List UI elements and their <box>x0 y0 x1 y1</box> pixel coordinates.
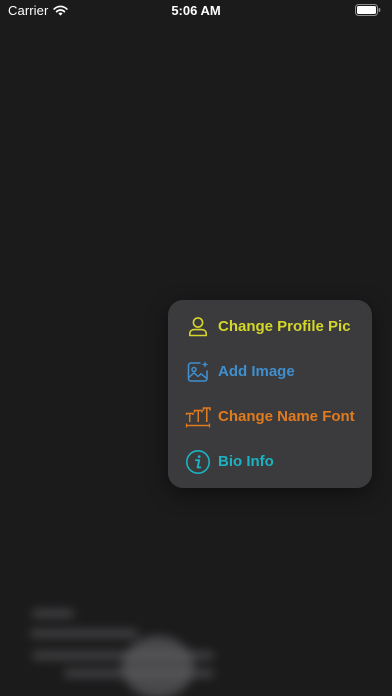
text-font-icon <box>185 404 211 430</box>
menu-item-add-image[interactable]: Add Image <box>168 349 372 394</box>
photo-sparkle-icon <box>185 359 211 385</box>
blurred-background-content <box>20 598 280 696</box>
menu-item-change-name-font[interactable]: Change Name Font <box>168 394 372 439</box>
menu-item-label: Change Name Font <box>218 408 355 425</box>
info-circle-icon <box>185 449 211 475</box>
menu-item-change-profile-pic[interactable]: Change Profile Pic <box>168 304 372 349</box>
status-time: 5:06 AM <box>171 3 221 18</box>
menu-item-bio-info[interactable]: Bio Info <box>168 439 372 484</box>
menu-item-label: Add Image <box>218 363 295 380</box>
context-menu: Change Profile Pic Add Image Change Name… <box>168 300 372 488</box>
person-icon <box>185 314 211 340</box>
app-screen: Carrier 5:06 AM Change Profile Pic Add I… <box>0 0 392 696</box>
status-bar: Carrier 5:06 AM <box>0 0 392 22</box>
menu-item-label: Change Profile Pic <box>218 318 351 335</box>
menu-item-label: Bio Info <box>218 453 274 470</box>
battery-icon <box>355 4 381 16</box>
